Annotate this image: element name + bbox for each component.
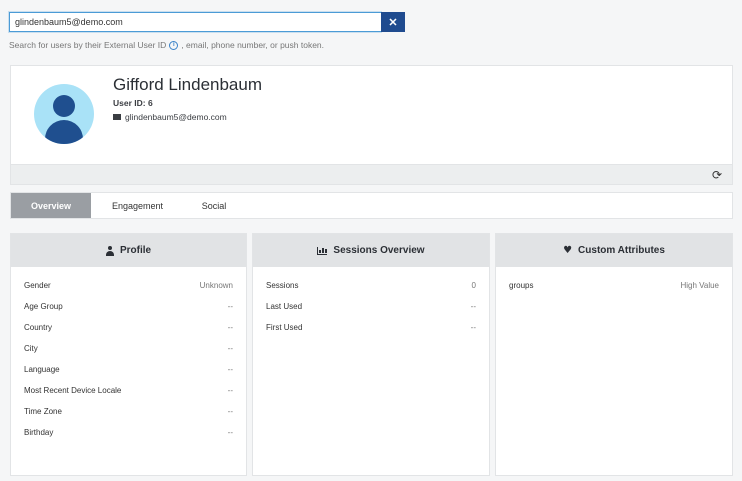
list-item: Sessions 0 [266,275,476,296]
attribute-value: -- [227,302,233,311]
attribute-value: -- [470,323,476,332]
list-item: Last Used -- [266,296,476,317]
attribute-label: Gender [24,281,51,290]
bar-chart-icon [317,246,328,255]
refresh-icon[interactable]: ⟳ [712,168,722,182]
search-helper-text: Search for users by their External User … [9,40,324,50]
attribute-value: High Value [680,281,719,290]
user-profile-card: Gifford Lindenbaum User ID: 6 glindenbau… [10,65,733,185]
list-item: Birthday -- [24,422,233,443]
tab-social[interactable]: Social [184,193,244,218]
list-item: First Used -- [266,317,476,338]
attribute-value: -- [227,323,233,332]
user-email: glindenbaum5@demo.com [125,112,227,122]
list-item: Most Recent Device Locale -- [24,380,233,401]
list-item: Gender Unknown [24,275,233,296]
attribute-value: Unknown [199,281,233,290]
user-id: User ID: 6 [113,98,153,108]
attribute-value: -- [470,302,476,311]
user-name: Gifford Lindenbaum [113,75,263,94]
attribute-label: City [24,344,38,353]
user-search-input[interactable] [9,12,381,32]
sessions-panel-header: Sessions Overview [253,234,489,267]
list-item: Age Group -- [24,296,233,317]
helper-text-end: , email, phone number, or push token. [181,40,325,50]
profile-tabs: Overview Engagement Social [10,192,733,219]
attribute-value: -- [227,428,233,437]
attribute-label: Sessions [266,281,299,290]
sessions-panel: Sessions Overview Sessions 0 Last Used -- … [252,233,490,476]
avatar-body [45,120,83,144]
list-item: City -- [24,338,233,359]
user-email-line: glindenbaum5@demo.com [113,112,227,122]
clear-search-button[interactable]: ✕ [381,12,405,32]
avatar [34,84,94,144]
heart-icon: ♥ [563,245,573,256]
attribute-label: Age Group [24,302,63,311]
list-item: groups High Value [509,275,719,296]
list-item: Time Zone -- [24,401,233,422]
attribute-label: Country [24,323,53,332]
person-icon [105,245,114,256]
profile-panel-title: Profile [119,245,152,256]
attribute-value: -- [227,344,233,353]
attribute-label: groups [509,281,534,290]
helper-text-start: Search for users by their External User … [9,40,167,50]
custom-attributes-panel-title: Custom Attributes [578,245,665,256]
attribute-label: Birthday [24,428,54,437]
attribute-value: -- [227,365,233,374]
attribute-value: 0 [471,281,476,290]
info-icon[interactable]: i [169,40,179,50]
list-item: Country -- [24,317,233,338]
attribute-label: Language [24,365,60,374]
attribute-label: Time Zone [24,407,62,416]
attribute-value: -- [227,407,233,416]
list-item: Language -- [24,359,233,380]
attribute-label: Most Recent Device Locale [24,386,122,395]
attribute-value: -- [227,386,233,395]
attribute-label: First Used [266,323,303,332]
profile-card-footer: ⟳ [11,164,732,184]
attribute-label: Last Used [266,302,303,311]
profile-panel: Profile Gender Unknown Age Group -- Countr… [10,233,247,476]
avatar-head [53,95,75,117]
search-bar: ✕ [9,12,405,32]
custom-attributes-panel-header: ♥ Custom Attributes [496,234,732,267]
tab-engagement[interactable]: Engagement [91,193,184,218]
profile-panel-header: Profile [11,234,246,267]
envelope-icon [113,114,121,120]
custom-attributes-panel: ♥ Custom Attributes groups High Value [495,233,733,476]
sessions-panel-title: Sessions Overview [333,245,425,256]
tab-overview[interactable]: Overview [11,193,91,218]
